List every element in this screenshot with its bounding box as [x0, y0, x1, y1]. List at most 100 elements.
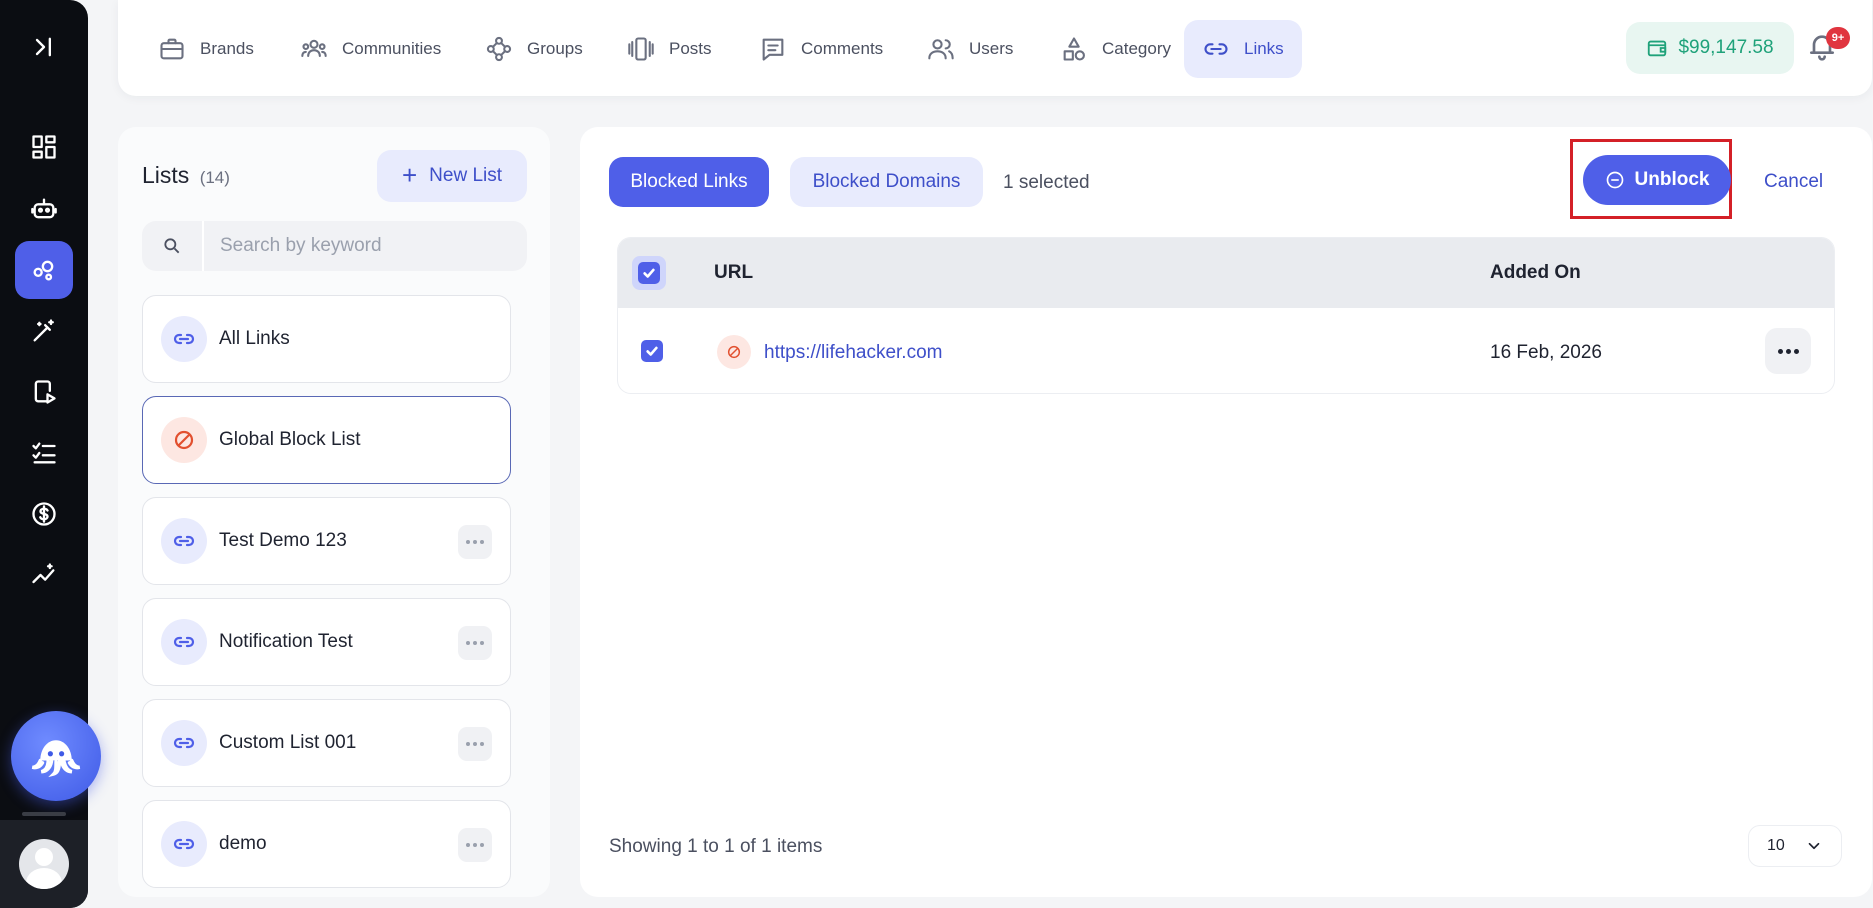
lists-header: Lists (14) — [142, 162, 230, 189]
check-icon — [643, 268, 655, 278]
row-added-on: 16 Feb, 2026 — [1490, 342, 1602, 363]
sidebar-item-bots[interactable] — [15, 180, 73, 238]
trend-icon — [32, 563, 55, 584]
block-icon — [161, 417, 207, 463]
new-list-button[interactable]: + New List — [377, 150, 527, 202]
plus-icon: + — [401, 159, 418, 190]
row-actions-button[interactable] — [1765, 328, 1811, 374]
nav-communities[interactable]: Communities — [282, 20, 459, 78]
lists-count: (14) — [199, 168, 230, 187]
avatar[interactable] — [19, 839, 69, 889]
check-icon — [646, 346, 658, 356]
link-icon — [161, 821, 207, 867]
blocked-links-table: URL Added On https://lifehacker.com 16 F… — [617, 237, 1835, 394]
checklist-icon — [32, 442, 56, 464]
more-options-button[interactable] — [458, 525, 492, 559]
dollar-icon — [32, 502, 56, 526]
wallet-balance[interactable]: $99,147.58 — [1626, 22, 1794, 74]
nav-communities-label: Communities — [342, 39, 442, 58]
device-play-icon — [34, 380, 56, 404]
more-options-button[interactable] — [458, 727, 492, 761]
list-item-all-links[interactable]: All Links — [142, 295, 511, 383]
sidebar-item-analytics[interactable] — [15, 546, 73, 604]
tab-blocked-links[interactable]: Blocked Links — [609, 157, 769, 207]
minus-circle-icon — [1606, 171, 1623, 189]
row-checkbox[interactable] — [641, 340, 663, 362]
people-group-icon — [301, 39, 327, 58]
comment-icon — [762, 38, 784, 61]
sidebar-item-ai[interactable] — [15, 302, 73, 360]
column-header-url[interactable]: URL — [714, 262, 753, 284]
table-row[interactable]: https://lifehacker.com 16 Feb, 2026 — [618, 308, 1834, 393]
robot-icon — [31, 198, 57, 219]
pagination-summary: Showing 1 to 1 of 1 items — [609, 836, 823, 857]
cancel-button[interactable]: Cancel — [1764, 171, 1823, 193]
sidebar-item-links[interactable] — [15, 241, 73, 299]
list-item-label: All Links — [219, 328, 290, 349]
nav-posts-label: Posts — [669, 39, 712, 58]
more-options-button[interactable] — [458, 626, 492, 660]
block-icon — [717, 335, 751, 369]
link-icon — [161, 316, 207, 362]
lists-panel: Lists (14) + New List All Links Global B… — [118, 127, 550, 897]
nav-comments-label: Comments — [801, 39, 884, 58]
nav-links[interactable]: Links — [1184, 20, 1302, 78]
nav-posts[interactable]: Posts — [609, 20, 730, 78]
nav-links-label: Links — [1244, 39, 1284, 58]
unblock-label: Unblock — [1634, 169, 1710, 190]
nav-comments[interactable]: Comments — [741, 20, 901, 78]
link-icon — [161, 518, 207, 564]
notification-badge: 9+ — [1826, 27, 1850, 49]
list-item-test-demo-123[interactable]: Test Demo 123 — [142, 497, 511, 585]
link-icon — [161, 720, 207, 766]
more-options-button[interactable] — [458, 828, 492, 862]
select-all-checkbox[interactable] — [632, 256, 666, 290]
nav-brands[interactable]: Brands — [140, 20, 272, 78]
sidebar-item-billing[interactable] — [15, 485, 73, 543]
link-icon — [1204, 43, 1228, 55]
notifications-button[interactable]: 9+ — [1806, 27, 1850, 66]
selection-count: 1 selected — [1003, 172, 1090, 193]
expand-sidebar-button[interactable] — [15, 18, 73, 76]
sidebar-item-dashboard[interactable] — [15, 118, 73, 176]
list-item-custom-list-001[interactable]: Custom List 001 — [142, 699, 511, 787]
unblock-button[interactable]: Unblock — [1583, 155, 1731, 205]
list-item-label: Custom List 001 — [219, 732, 357, 753]
user-menu[interactable] — [0, 820, 88, 908]
circles-icon — [33, 260, 54, 281]
list-item-notification-test[interactable]: Notification Test — [142, 598, 511, 686]
list-item-label: demo — [219, 833, 267, 854]
row-url-link[interactable]: https://lifehacker.com — [764, 342, 942, 364]
page-size-select[interactable]: 10 — [1748, 825, 1842, 867]
column-header-added-on[interactable]: Added On — [1490, 262, 1581, 284]
new-list-label: New List — [429, 165, 503, 186]
chevron-down-icon — [1808, 842, 1820, 850]
list-item-global-block-list[interactable]: Global Block List — [142, 396, 511, 484]
top-navigation: Brands Communities Groups Posts Comments… — [118, 0, 1872, 96]
search-box — [142, 221, 527, 271]
shapes-icon — [1063, 37, 1085, 61]
list-item-label: Notification Test — [219, 631, 353, 652]
sidebar-item-media[interactable] — [15, 363, 73, 421]
nav-category-label: Category — [1102, 39, 1171, 58]
nav-groups[interactable]: Groups — [467, 20, 601, 78]
nav-category[interactable]: Category — [1042, 20, 1189, 78]
search-input[interactable] — [204, 221, 527, 271]
magic-wand-icon — [33, 319, 54, 342]
page-size-value: 10 — [1767, 837, 1785, 854]
links-main-panel: Blocked Links Blocked Domains 1 selected… — [580, 127, 1872, 897]
nav-users[interactable]: Users — [909, 20, 1031, 78]
briefcase-icon — [160, 38, 184, 60]
list-item-demo[interactable]: demo — [142, 800, 511, 888]
list-item-label: Global Block List — [219, 429, 361, 450]
sidebar-item-tasks[interactable] — [15, 424, 73, 482]
link-icon — [161, 619, 207, 665]
wallet-icon — [1648, 40, 1667, 57]
assistant-button[interactable] — [11, 711, 101, 801]
nodes-icon — [486, 36, 512, 62]
tab-blocked-domains[interactable]: Blocked Domains — [790, 157, 983, 207]
nav-brands-label: Brands — [200, 39, 254, 58]
table-header: URL Added On — [618, 238, 1834, 308]
list-item-label: Test Demo 123 — [219, 530, 347, 551]
app-sidebar — [0, 0, 101, 908]
